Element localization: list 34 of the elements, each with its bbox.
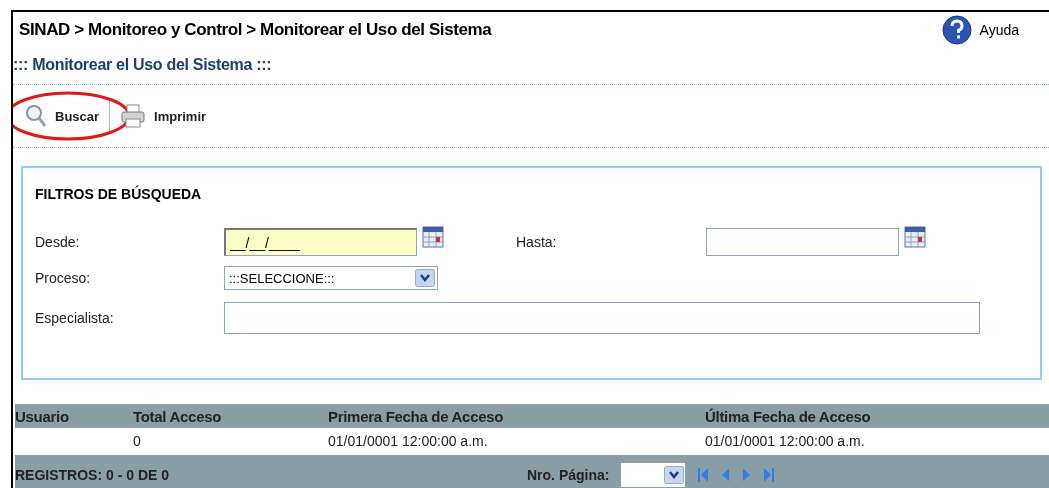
field-label: Especialista: bbox=[35, 310, 115, 326]
column-header: Última Fecha de Acceso bbox=[705, 407, 872, 425]
field-label: Hasta: bbox=[516, 234, 558, 250]
table-cell-text: 01/01/0001 12:00:00 a.m. bbox=[705, 433, 866, 449]
date-field[interactable]: __/__/____ bbox=[224, 228, 417, 256]
first-page-icon[interactable] bbox=[697, 467, 710, 483]
calendar-icon[interactable] bbox=[904, 226, 926, 248]
chevron-down-icon bbox=[664, 466, 685, 484]
column-header: Primera Fecha de Acceso bbox=[328, 407, 505, 425]
records-count: REGISTROS: 0 - 0 DE 0 bbox=[15, 467, 171, 483]
column-header: Total Acceso bbox=[133, 407, 223, 425]
process-dropdown[interactable]: :::SELECCIONE::: bbox=[224, 266, 438, 290]
help-icon[interactable] bbox=[941, 15, 972, 45]
toolbar-button[interactable]: Imprimir bbox=[114, 99, 213, 133]
field-label: Desde: bbox=[35, 234, 81, 250]
specialist-field[interactable] bbox=[224, 302, 980, 334]
page-title: ::: Monitorear el Uso del Sistema ::: bbox=[13, 55, 273, 75]
help-link[interactable]: Ayuda bbox=[979, 22, 1019, 38]
page-dropdown[interactable] bbox=[621, 463, 686, 487]
magnifier-icon bbox=[25, 104, 47, 128]
page-label: Nro. Página: bbox=[527, 467, 610, 483]
field-label: Proceso: bbox=[35, 270, 92, 286]
table-cell-text: 01/01/0001 12:00:00 a.m. bbox=[328, 433, 489, 449]
filter-title: FILTROS DE BÚSQUEDA bbox=[35, 184, 203, 204]
breadcrumb: SINAD > Monitoreo y Control > Monitorear el Uso del Sistema bbox=[19, 20, 492, 40]
table-cell-text: 0 bbox=[133, 433, 142, 449]
printer-icon bbox=[120, 103, 147, 129]
chevron-down-icon bbox=[415, 269, 435, 287]
column-header: Usuario bbox=[15, 407, 70, 425]
calendar-icon[interactable] bbox=[422, 226, 444, 248]
next-page-icon[interactable] bbox=[742, 467, 752, 483]
last-page-icon[interactable] bbox=[763, 467, 776, 483]
date-field[interactable] bbox=[706, 228, 899, 256]
previous-page-icon[interactable] bbox=[721, 467, 731, 483]
